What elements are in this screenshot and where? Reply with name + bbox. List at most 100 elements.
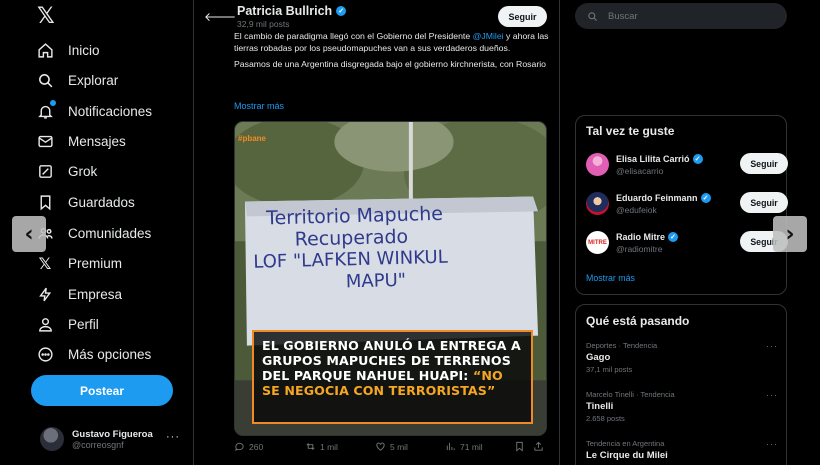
repost-button[interactable]: 1 mil bbox=[305, 441, 338, 452]
nav-item-inicio[interactable]: Inicio bbox=[36, 37, 100, 63]
grok-icon bbox=[36, 162, 54, 180]
post-count: 32,9 mil posts bbox=[237, 19, 290, 29]
bookmark-icon bbox=[36, 193, 54, 211]
views-button[interactable]: 71 mil bbox=[445, 441, 483, 452]
panel-title: Tal vez te guste bbox=[586, 124, 675, 138]
nav-item-mas-opciones[interactable]: Más opciones bbox=[36, 341, 151, 367]
trend-count: 2.658 posts bbox=[586, 414, 625, 423]
trend-title: Le Cirque du Milei bbox=[586, 450, 668, 461]
nav-item-label: Más opciones bbox=[68, 346, 152, 362]
repost-icon bbox=[306, 443, 315, 450]
mail-icon bbox=[36, 132, 54, 150]
search-icon bbox=[36, 71, 54, 89]
suggestion-item[interactable]: MITRE Radio Mitre ✓ @radiomitre Seguir bbox=[586, 229, 788, 259]
nav-item-label: Explorar bbox=[68, 72, 119, 88]
like-button[interactable]: 5 mil bbox=[375, 441, 408, 452]
nav-item-premium[interactable]: 𝕏 Premium bbox=[36, 250, 122, 276]
banner-text: Territorio Mapuche Recuperado LOF "LAFKE… bbox=[253, 201, 528, 296]
nav-item-label: Perfil bbox=[68, 316, 99, 332]
repost-count: 1 mil bbox=[320, 441, 338, 452]
nav-item-label: Mensajes bbox=[68, 133, 126, 149]
trend-title: Gago bbox=[586, 352, 611, 363]
show-more-link[interactable]: Mostrar más bbox=[586, 273, 635, 283]
trend-item[interactable]: Marcelo Tinelli · Tendencia Tinelli 2.65… bbox=[586, 390, 778, 423]
profile-name: Patricia Bullrich bbox=[237, 4, 333, 18]
panel-title: Qué está pasando bbox=[586, 314, 690, 328]
heart-icon bbox=[376, 442, 385, 451]
account-name: Gustavo Figueroa bbox=[72, 428, 153, 440]
verified-badge-icon: ✓ bbox=[668, 232, 679, 242]
mention-link[interactable]: @JMilei bbox=[473, 31, 504, 41]
bookmark-button[interactable] bbox=[514, 441, 525, 452]
nav-item-empresa[interactable]: Empresa bbox=[36, 281, 122, 307]
tweet-text-part: El cambio de paradigma llegó con el Gobi… bbox=[234, 31, 473, 41]
next-arrow-button[interactable]: › bbox=[773, 216, 807, 252]
tweet-actions: 260 1 mil 5 mil 71 mil bbox=[234, 441, 547, 455]
reply-count: 260 bbox=[249, 441, 264, 452]
search-placeholder: Buscar bbox=[608, 10, 638, 22]
trend-count: 37,1 mil posts bbox=[586, 365, 633, 374]
share-button[interactable] bbox=[533, 441, 544, 452]
suggestion-handle: @edufeiok bbox=[616, 205, 657, 215]
show-more-link[interactable]: Mostrar más bbox=[234, 101, 284, 111]
suggestion-item[interactable]: Eduardo Feinmann ✓ @edufeiok Seguir bbox=[586, 190, 788, 220]
home-icon bbox=[36, 41, 54, 59]
nav-item-label: Notificaciones bbox=[68, 103, 153, 119]
trend-item[interactable]: Tendencia en Argentina Le Cirque du Mile… bbox=[586, 439, 778, 461]
like-count: 5 mil bbox=[390, 441, 408, 452]
radio-mitre-logo-icon: MITRE bbox=[586, 231, 609, 254]
lightning-icon bbox=[36, 285, 54, 303]
trend-item[interactable]: Deportes · Tendencia Gago 37,1 mil posts… bbox=[586, 341, 778, 374]
suggestion-handle: @radiomitre bbox=[616, 244, 663, 254]
more-icon[interactable]: ··· bbox=[766, 341, 778, 351]
nav-item-guardados[interactable]: Guardados bbox=[36, 189, 135, 215]
suggestion-name: Elisa Lilita Carrió bbox=[616, 154, 690, 164]
more-icon[interactable]: ··· bbox=[766, 439, 778, 449]
search-input[interactable]: Buscar bbox=[575, 3, 787, 29]
nav-item-explorar[interactable]: Explorar bbox=[36, 67, 118, 93]
profile-header: 🡐 Patricia Bullrich ✓ 32,9 mil posts Seg… bbox=[194, 0, 559, 30]
views-count: 71 mil bbox=[460, 441, 483, 452]
x-logo-icon[interactable]: 𝕏 bbox=[37, 6, 59, 28]
nav-item-comunidades[interactable]: Comunidades bbox=[36, 220, 151, 246]
tweet-text: El cambio de paradigma llegó con el Gobi… bbox=[234, 30, 549, 74]
nav-item-grok[interactable]: Grok bbox=[36, 158, 97, 184]
tweet-image[interactable]: Territorio Mapuche Recuperado LOF "LAFKE… bbox=[234, 121, 547, 436]
suggestion-handle: @elisacarrio bbox=[616, 166, 664, 176]
trend-category: Deportes · Tendencia bbox=[586, 341, 658, 350]
trends-panel: Qué está pasando Deportes · Tendencia Ga… bbox=[575, 304, 787, 465]
page-title: Patricia Bullrich ✓ bbox=[237, 4, 347, 18]
x-logo-icon: 𝕏 bbox=[38, 253, 52, 273]
trend-category: Tendencia en Argentina bbox=[586, 439, 665, 448]
more-icon[interactable]: ··· bbox=[766, 390, 778, 400]
chevron-right-icon: › bbox=[785, 221, 795, 247]
nav-item-label: Guardados bbox=[68, 194, 135, 210]
follow-button[interactable]: Seguir bbox=[740, 192, 788, 213]
nav-item-label: Empresa bbox=[68, 286, 123, 302]
back-arrow-icon[interactable]: 🡐 bbox=[204, 9, 236, 24]
suggestion-name: Eduardo Feinmann bbox=[616, 193, 698, 203]
bookmark-icon bbox=[516, 441, 523, 452]
suggestion-name: Radio Mitre bbox=[616, 232, 666, 242]
post-button[interactable]: Postear bbox=[31, 375, 173, 406]
watermark: #pbane bbox=[238, 134, 267, 143]
verified-badge-icon: ✓ bbox=[692, 154, 703, 164]
who-to-follow-panel: Tal vez te guste Elisa Lilita Carrió ✓ @e… bbox=[575, 115, 788, 295]
nav-item-label: Premium bbox=[68, 255, 123, 271]
account-switcher[interactable]: Gustavo Figueroa @correosgnf ··· bbox=[40, 423, 190, 455]
nav-item-mensajes[interactable]: Mensajes bbox=[36, 128, 126, 154]
verified-badge-icon: ✓ bbox=[700, 193, 711, 203]
reply-button[interactable]: 260 bbox=[234, 441, 263, 452]
follow-button[interactable]: Seguir bbox=[740, 153, 788, 174]
suggestion-item[interactable]: Elisa Lilita Carrió ✓ @elisacarrio Seguir bbox=[586, 151, 788, 181]
follow-button[interactable]: Seguir bbox=[498, 6, 547, 27]
share-icon bbox=[534, 441, 543, 451]
avatar bbox=[586, 153, 609, 176]
reply-icon bbox=[235, 442, 244, 452]
nav-item-notificaciones[interactable]: Notificaciones bbox=[36, 98, 152, 124]
previous-arrow-button[interactable]: ‹ bbox=[12, 216, 46, 252]
nav-item-label: Grok bbox=[68, 163, 98, 179]
search-icon bbox=[588, 11, 598, 21]
nav-item-perfil[interactable]: Perfil bbox=[36, 311, 99, 337]
news-caption: EL GOBIERNO ANULÓ LA ENTREGA A GRUPOS MA… bbox=[252, 330, 533, 424]
